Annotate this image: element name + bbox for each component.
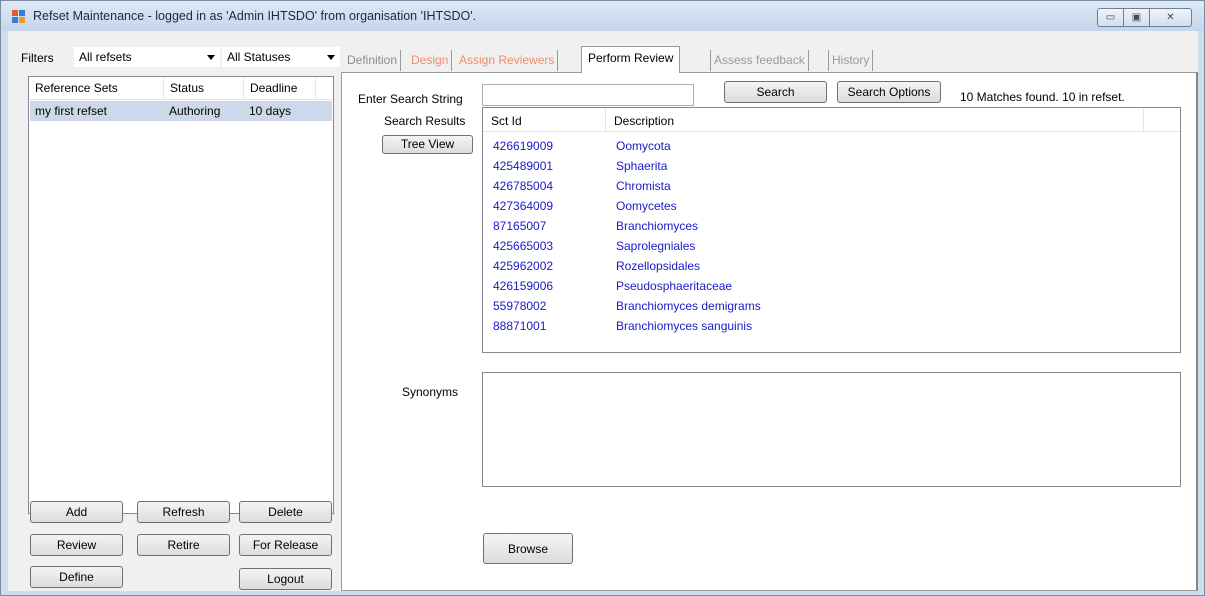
table-row[interactable]: 425665003 Saprolegniales: [483, 236, 1180, 256]
status-filter-value: All Statuses: [227, 50, 291, 64]
review-button[interactable]: Review: [30, 534, 123, 556]
description-cell: Sphaerita: [616, 159, 668, 173]
delete-button[interactable]: Delete: [239, 501, 332, 523]
sct-id-cell: 427364009: [493, 199, 554, 213]
synonyms-box[interactable]: [482, 372, 1181, 487]
results-body: 426619009 Oomycota 425489001 Sphaerita 42678…: [483, 132, 1180, 336]
sct-id-cell: 426159006: [493, 279, 554, 293]
tab-history[interactable]: History: [828, 50, 874, 71]
description-cell: Branchiomyces: [616, 219, 699, 233]
close-icon[interactable]: ✕: [1149, 8, 1192, 27]
search-results-label: Search Results: [384, 114, 466, 128]
right-edge: [1196, 72, 1198, 591]
table-row[interactable]: 426619009 Oomycota: [483, 136, 1180, 156]
table-row[interactable]: 87165007 Branchiomyces: [483, 216, 1180, 236]
description-cell: Rozellopsidales: [616, 259, 701, 273]
sct-id-cell: 425962002: [493, 259, 554, 273]
column-header-deadline[interactable]: Deadline: [244, 77, 316, 99]
title-bar[interactable]: Refset Maintenance - logged in as 'Admin…: [1, 1, 1204, 31]
retire-button[interactable]: Retire: [137, 534, 230, 556]
description-cell: Chromista: [616, 179, 671, 193]
refset-deadline: 10 days: [249, 104, 292, 118]
synonyms-label: Synonyms: [402, 385, 459, 399]
app-icon: [12, 10, 26, 24]
description-cell: Saprolegniales: [616, 239, 696, 253]
search-results-list[interactable]: Sct Id Description 426619009 Oomycota 4254…: [482, 107, 1181, 353]
match-count-text: 10 Matches found. 10 in refset.: [960, 90, 1125, 104]
column-header-reference-sets[interactable]: Reference Sets: [29, 77, 164, 99]
window-title: Refset Maintenance - logged in as 'Admin…: [33, 9, 477, 23]
search-string-label: Enter Search String: [358, 92, 463, 106]
description-cell: Branchiomyces demigrams: [616, 299, 761, 313]
tab-design[interactable]: Design: [408, 50, 453, 71]
search-button[interactable]: Search: [724, 81, 827, 103]
sct-id-cell: 425489001: [493, 159, 554, 173]
for-release-button[interactable]: For Release: [239, 534, 332, 556]
table-row[interactable]: 425962002 Rozellopsidales: [483, 256, 1180, 276]
sct-id-cell: 426785004: [493, 179, 554, 193]
chevron-down-icon: [327, 55, 335, 60]
logout-button[interactable]: Logout: [239, 568, 332, 590]
description-cell: Oomycetes: [616, 199, 677, 213]
tab-assess-feedback[interactable]: Assess feedback: [710, 50, 809, 71]
sct-id-cell: 426619009: [493, 139, 554, 153]
description-cell: Oomycota: [616, 139, 671, 153]
maximize-icon[interactable]: ▣: [1123, 8, 1150, 27]
refset-name: my first refset: [35, 104, 108, 118]
column-header-sct-id[interactable]: Sct Id: [483, 108, 606, 131]
minimize-icon[interactable]: ▭: [1097, 8, 1124, 27]
status-filter-dropdown[interactable]: All Statuses: [222, 47, 340, 67]
column-header-status[interactable]: Status: [164, 77, 244, 99]
app-window: Refset Maintenance - logged in as 'Admin…: [0, 0, 1205, 596]
table-row[interactable]: 55978002 Branchiomyces demigrams: [483, 296, 1180, 316]
tree-view-button[interactable]: Tree View: [382, 135, 473, 154]
search-options-button[interactable]: Search Options: [837, 81, 941, 103]
column-header-description[interactable]: Description: [606, 108, 1144, 131]
filters-label: Filters: [21, 51, 54, 65]
sct-id-cell: 88871001: [493, 319, 547, 333]
refset-row[interactable]: my first refset Authoring 10 days: [30, 101, 332, 121]
table-row[interactable]: 88871001 Branchiomyces sanguinis: [483, 316, 1180, 336]
client-area: Filters All refsets All Statuses Referen…: [8, 31, 1198, 591]
search-input[interactable]: [482, 84, 694, 106]
sct-id-cell: 55978002: [493, 299, 547, 313]
table-row[interactable]: 426785004 Chromista: [483, 176, 1180, 196]
table-row[interactable]: 426159006 Pseudosphaeritaceae: [483, 276, 1180, 296]
refresh-button[interactable]: Refresh: [137, 501, 230, 523]
add-button[interactable]: Add: [30, 501, 123, 523]
table-row[interactable]: 427364009 Oomycetes: [483, 196, 1180, 216]
sct-id-cell: 425665003: [493, 239, 554, 253]
refset-status: Authoring: [169, 104, 221, 118]
tab-assign-reviewers[interactable]: Assign Reviewers: [456, 50, 559, 71]
results-header: Sct Id Description: [483, 108, 1180, 132]
table-row[interactable]: 425489001 Sphaerita: [483, 156, 1180, 176]
refsets-list[interactable]: Reference Sets Status Deadline my first …: [28, 76, 334, 514]
refsets-header: Reference Sets Status Deadline: [29, 77, 333, 100]
browse-button[interactable]: Browse: [483, 533, 573, 564]
tab-definition[interactable]: Definition: [344, 50, 402, 71]
refsets-filter-dropdown[interactable]: All refsets: [74, 47, 220, 67]
sct-id-cell: 87165007: [493, 219, 547, 233]
description-cell: Pseudosphaeritaceae: [616, 279, 733, 293]
refsets-filter-value: All refsets: [79, 50, 132, 64]
description-cell: Branchiomyces sanguinis: [616, 319, 753, 333]
define-button[interactable]: Define: [30, 566, 123, 588]
tab-perform-review[interactable]: Perform Review: [581, 46, 681, 73]
chevron-down-icon: [207, 55, 215, 60]
